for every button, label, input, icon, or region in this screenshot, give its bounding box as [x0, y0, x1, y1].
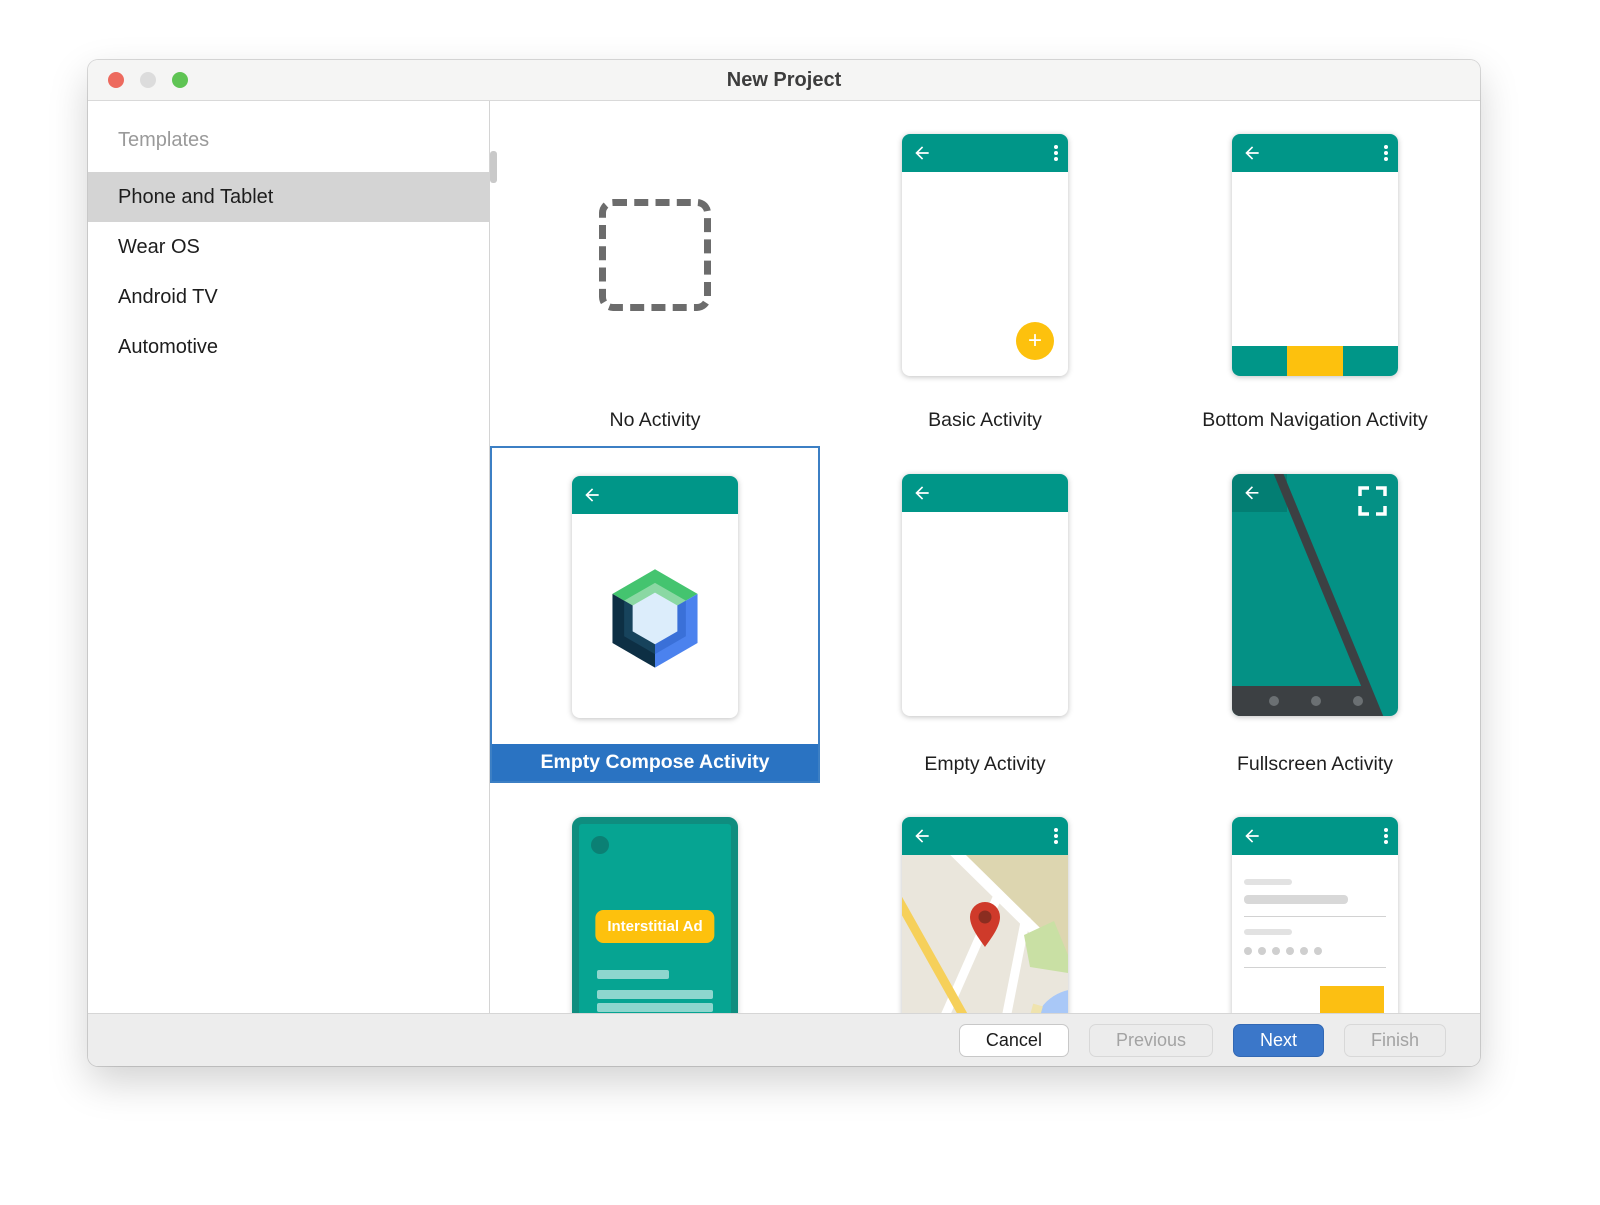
jetpack-compose-logo-icon	[596, 557, 714, 675]
gallery-row-2: Empty Compose Activity	[490, 446, 1480, 783]
previous-button[interactable]: Previous	[1089, 1024, 1213, 1057]
sidebar-item-label: Wear OS	[118, 236, 200, 259]
back-arrow-icon	[912, 826, 932, 846]
window-title: New Project	[88, 69, 1480, 92]
tile-admob-ads-activity[interactable]: Interstitial Ad	[490, 783, 820, 1013]
sidebar-item-wear-os[interactable]: Wear OS	[88, 222, 489, 272]
empty-compose-preview	[572, 476, 738, 718]
password-dots	[1244, 947, 1386, 955]
sidebar-item-label: Android TV	[118, 286, 218, 309]
login-activity-preview	[1232, 817, 1398, 1013]
tile-fullscreen-activity[interactable]: Fullscreen Activity	[1150, 446, 1480, 783]
form-value-placeholder	[1244, 895, 1348, 904]
window-titlebar: New Project	[88, 60, 1480, 101]
tile-label: Fullscreen Activity	[1237, 746, 1393, 783]
next-button[interactable]: Next	[1233, 1024, 1324, 1057]
sidebar-item-label: Phone and Tablet	[118, 186, 273, 209]
new-project-dialog: New Project Templates Phone and Tablet W…	[88, 60, 1480, 1066]
sidebar-item-phone-and-tablet[interactable]: Phone and Tablet	[88, 172, 489, 222]
tile-basic-activity[interactable]: + Basic Activity	[820, 101, 1150, 446]
traffic-lights	[108, 60, 188, 100]
tile-empty-activity[interactable]: Empty Activity	[820, 446, 1150, 783]
desktop-background: New Project Templates Phone and Tablet W…	[0, 0, 1600, 1205]
overflow-menu-icon	[1384, 144, 1388, 162]
close-window-button[interactable]	[108, 72, 124, 88]
minimize-window-button[interactable]	[140, 72, 156, 88]
ad-avatar-dot	[591, 836, 609, 854]
maps-activity-preview	[902, 817, 1068, 1013]
form-label-placeholder	[1244, 929, 1292, 935]
tile-no-activity[interactable]: No Activity	[490, 101, 820, 446]
interstitial-ad-preview: Interstitial Ad	[572, 817, 738, 1013]
tile-label: Empty Activity	[924, 746, 1045, 783]
templates-sidebar: Templates Phone and Tablet Wear OS Andro…	[88, 101, 490, 1013]
back-arrow-icon	[582, 485, 602, 505]
finish-button[interactable]: Finish	[1344, 1024, 1446, 1057]
sidebar-item-label: Automotive	[118, 336, 218, 359]
map-preview-image	[902, 855, 1068, 1013]
zoom-window-button[interactable]	[172, 72, 188, 88]
login-button-placeholder	[1320, 986, 1384, 1013]
dialog-body: Templates Phone and Tablet Wear OS Andro…	[88, 101, 1480, 1013]
tile-label: No Activity	[609, 409, 700, 432]
fullscreen-activity-preview	[1232, 474, 1398, 716]
dialog-footer: Cancel Previous Next Finish	[88, 1013, 1480, 1066]
fab-plus-icon: +	[1016, 322, 1054, 360]
back-arrow-icon	[912, 143, 932, 163]
basic-activity-preview: +	[902, 134, 1068, 376]
overflow-menu-icon	[1054, 144, 1058, 162]
overflow-menu-icon	[1384, 827, 1388, 845]
empty-activity-preview	[902, 474, 1068, 716]
template-gallery: No Activity +	[490, 101, 1480, 1013]
tile-google-maps-activity[interactable]	[820, 783, 1150, 1013]
sidebar-header: Templates	[118, 129, 489, 152]
tile-bottom-navigation-activity[interactable]: Bottom Navigation Activity	[1150, 101, 1480, 446]
back-arrow-icon	[1242, 143, 1262, 163]
tile-label: Basic Activity	[928, 409, 1042, 432]
dashed-square-icon	[599, 199, 711, 311]
back-arrow-icon	[1242, 826, 1262, 846]
tile-login-activity[interactable]	[1150, 783, 1480, 1013]
back-arrow-icon	[912, 483, 932, 503]
cancel-button[interactable]: Cancel	[959, 1024, 1069, 1057]
form-label-placeholder	[1244, 879, 1292, 885]
tile-empty-compose-activity[interactable]: Empty Compose Activity	[490, 446, 820, 783]
selected-tile-label: Empty Compose Activity	[492, 744, 818, 781]
gallery-row-1: No Activity +	[490, 101, 1480, 446]
bottom-nav-bar	[1232, 346, 1398, 376]
sidebar-item-android-tv[interactable]: Android TV	[88, 272, 489, 322]
overflow-menu-icon	[1054, 827, 1058, 845]
sidebar-item-automotive[interactable]: Automotive	[88, 322, 489, 372]
interstitial-ad-badge: Interstitial Ad	[595, 910, 714, 943]
scrollbar-thumb[interactable]	[490, 151, 497, 183]
tile-label: Bottom Navigation Activity	[1202, 409, 1427, 432]
gallery-row-3: Interstitial Ad	[490, 783, 1480, 1013]
bottom-navigation-preview	[1232, 134, 1398, 376]
